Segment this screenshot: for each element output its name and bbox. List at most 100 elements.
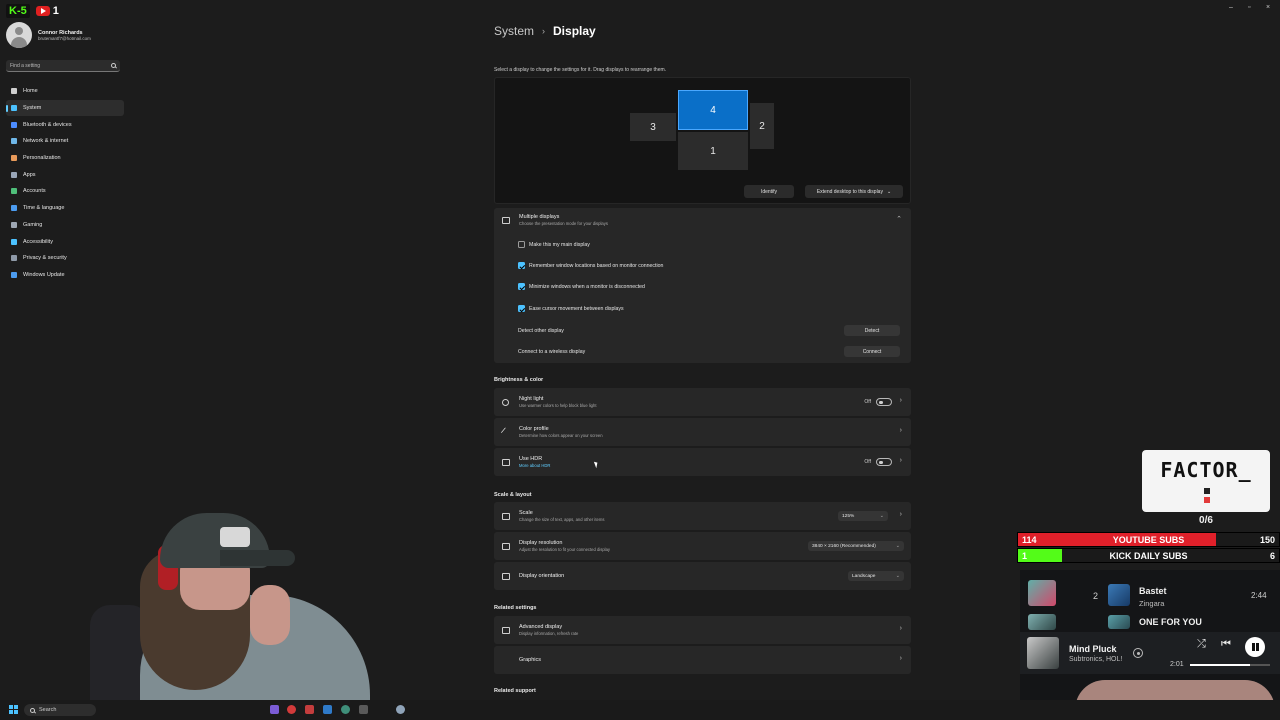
discord-icon[interactable]	[270, 705, 279, 714]
hdr-icon	[502, 458, 510, 466]
scale-row[interactable]: Scale Change the size of text, apps, and…	[494, 502, 911, 530]
minimize-icon[interactable]: –	[1229, 4, 1233, 11]
ease-cursor-checkbox[interactable]	[518, 305, 525, 312]
monitor-2[interactable]: 2	[750, 103, 774, 149]
breadcrumb-system[interactable]: System	[494, 24, 534, 38]
multiple-displays-header[interactable]: Multiple displays Choose the presentatio…	[494, 208, 911, 232]
webcam-cap-logo	[220, 527, 250, 547]
app-icon[interactable]	[359, 705, 368, 714]
orientation-row[interactable]: Display orientation Landscape ⌄	[494, 562, 911, 590]
sidebar-item-personalization[interactable]: Personalization	[6, 150, 124, 167]
chevron-right-icon: ›	[899, 511, 902, 518]
night-light-row[interactable]: Night light Use warmer colors to help bl…	[494, 388, 911, 416]
sidebar-item-label: Privacy & security	[23, 255, 67, 262]
pause-button[interactable]	[1245, 637, 1265, 657]
monitor-4[interactable]: 4	[678, 90, 748, 130]
sidebar-item-system[interactable]: System	[6, 99, 124, 117]
sidebar-item-gaming[interactable]: Gaming	[6, 217, 124, 234]
search-input[interactable]: Find a setting	[6, 60, 120, 72]
connect-button[interactable]: Connect	[844, 346, 900, 357]
shuffle-icon[interactable]: ⤮	[1197, 638, 1206, 651]
pen-icon	[500, 426, 512, 438]
kick-subs-goal: 6	[1269, 551, 1275, 561]
sidebar-item-bluetooth-devices[interactable]: Bluetooth & devices	[6, 116, 124, 133]
scale-dropdown[interactable]: 125% ⌄	[838, 511, 888, 521]
brightness-section-title: Brightness & color	[494, 377, 544, 383]
scale-value: 125%	[842, 513, 855, 519]
playback-progress[interactable]	[1190, 664, 1270, 666]
hdr-toggle[interactable]	[876, 458, 892, 466]
hdr-row[interactable]: Use HDR More about HDR Off ›	[494, 448, 911, 476]
color-profile-row[interactable]: Color profile Determine how colors appea…	[494, 418, 911, 446]
close-icon[interactable]: ×	[1266, 4, 1270, 11]
youtube-subs-label: YOUTUBE SUBS	[1112, 535, 1185, 545]
monitor-1[interactable]: 1	[678, 132, 748, 170]
sidebar-item-home[interactable]: Home	[6, 83, 124, 100]
extend-dropdown[interactable]: Extend desktop to this display ⌄	[805, 185, 903, 198]
resolution-dropdown[interactable]: 3840 × 2160 (Recommended) ⌄	[808, 541, 904, 551]
scale-icon	[502, 512, 510, 520]
resolution-value: 3840 × 2160 (Recommended)	[812, 543, 876, 549]
start-icon[interactable]	[9, 705, 18, 714]
sidebar-item-network-internet[interactable]: Network & internet	[6, 133, 124, 150]
main-display-checkbox[interactable]	[518, 241, 525, 248]
remember-windows-checkbox-row[interactable]: Remember window locations based on monit…	[518, 262, 663, 269]
main-display-checkbox-row[interactable]: Make this my main display	[518, 241, 590, 248]
sidebar-item-label: Bluetooth & devices	[23, 121, 72, 128]
factor-dot-dark	[1204, 488, 1210, 494]
maximize-icon[interactable]: ▫	[1248, 4, 1250, 11]
queue-title[interactable]: ONE FOR YOU	[1139, 617, 1202, 627]
sun-icon	[502, 398, 509, 406]
screen: – ▫ × K-5 1 Connor Richards brutemantf7@…	[0, 0, 1280, 720]
minimize-windows-label: Minimize windows when a monitor is disco…	[529, 283, 645, 290]
multiple-displays-card: Multiple displays Choose the presentatio…	[494, 208, 911, 363]
chevron-up-icon[interactable]: ⌃	[896, 215, 902, 223]
remember-windows-checkbox[interactable]	[518, 262, 525, 269]
opera-icon[interactable]	[287, 705, 296, 714]
minimize-windows-checkbox[interactable]	[518, 283, 525, 290]
remember-windows-label: Remember window locations based on monit…	[529, 262, 664, 269]
taskbar-search[interactable]: Search	[24, 704, 96, 716]
sidebar-item-accessibility[interactable]: Accessibility	[6, 233, 124, 250]
color-profile-subtitle: Determine how colors appear on your scre…	[519, 433, 603, 438]
app-icon[interactable]	[341, 705, 350, 714]
orientation-icon	[502, 572, 510, 580]
resolution-row[interactable]: Display resolution Adjust the resolution…	[494, 532, 911, 560]
detect-button[interactable]: Detect	[844, 325, 900, 336]
advanced-display-row[interactable]: Advanced display Display information, re…	[494, 616, 911, 644]
ease-cursor-checkbox-row[interactable]: Ease cursor movement between displays	[518, 305, 624, 312]
app-icon[interactable]	[305, 705, 314, 714]
settings-gear-icon[interactable]	[396, 705, 405, 714]
account-icon	[11, 188, 17, 195]
sidebar-item-time-language[interactable]: Time & language	[6, 200, 124, 217]
update-icon	[11, 271, 17, 278]
taskbar: Search	[0, 700, 1280, 720]
orientation-dropdown[interactable]: Landscape ⌄	[848, 571, 904, 581]
gaming-icon	[11, 221, 17, 228]
night-light-toggle[interactable]	[876, 398, 892, 406]
sidebar-item-windows-update[interactable]: Windows Update	[6, 267, 124, 284]
sidebar-item-privacy-security[interactable]: Privacy & security	[6, 250, 124, 267]
chevron-right-icon: ›	[899, 655, 902, 662]
globe-icon	[11, 205, 17, 212]
minimize-windows-checkbox-row[interactable]: Minimize windows when a monitor is disco…	[518, 283, 645, 290]
add-to-library-icon[interactable]	[1133, 648, 1143, 658]
ease-cursor-label: Ease cursor movement between displays	[529, 305, 624, 312]
multiple-displays-subtitle: Choose the presentation mode for your di…	[519, 221, 608, 226]
queue-title[interactable]: Bastet	[1139, 586, 1167, 596]
search-icon[interactable]	[111, 63, 116, 68]
graphics-row[interactable]: Graphics ›	[494, 646, 911, 674]
sidebar-item-apps[interactable]: Apps	[6, 166, 124, 183]
sidebar-item-accounts[interactable]: Accounts	[6, 183, 124, 200]
identify-button[interactable]: Identify	[744, 185, 794, 198]
chevron-right-icon: ›	[899, 397, 902, 404]
hdr-learn-more-link[interactable]: More about HDR	[519, 463, 550, 468]
monitor-3[interactable]: 3	[630, 113, 676, 141]
youtube-badge: 1	[35, 5, 59, 17]
multiple-displays-title: Multiple displays	[519, 214, 560, 220]
monitor-icon	[502, 626, 510, 634]
previous-track-icon[interactable]: ⏮	[1221, 638, 1231, 651]
explorer-icon[interactable]	[323, 705, 332, 714]
user-profile[interactable]: Connor Richards brutemantf7@hotmail.com	[6, 22, 91, 48]
sidebar-item-label: System	[23, 105, 42, 112]
